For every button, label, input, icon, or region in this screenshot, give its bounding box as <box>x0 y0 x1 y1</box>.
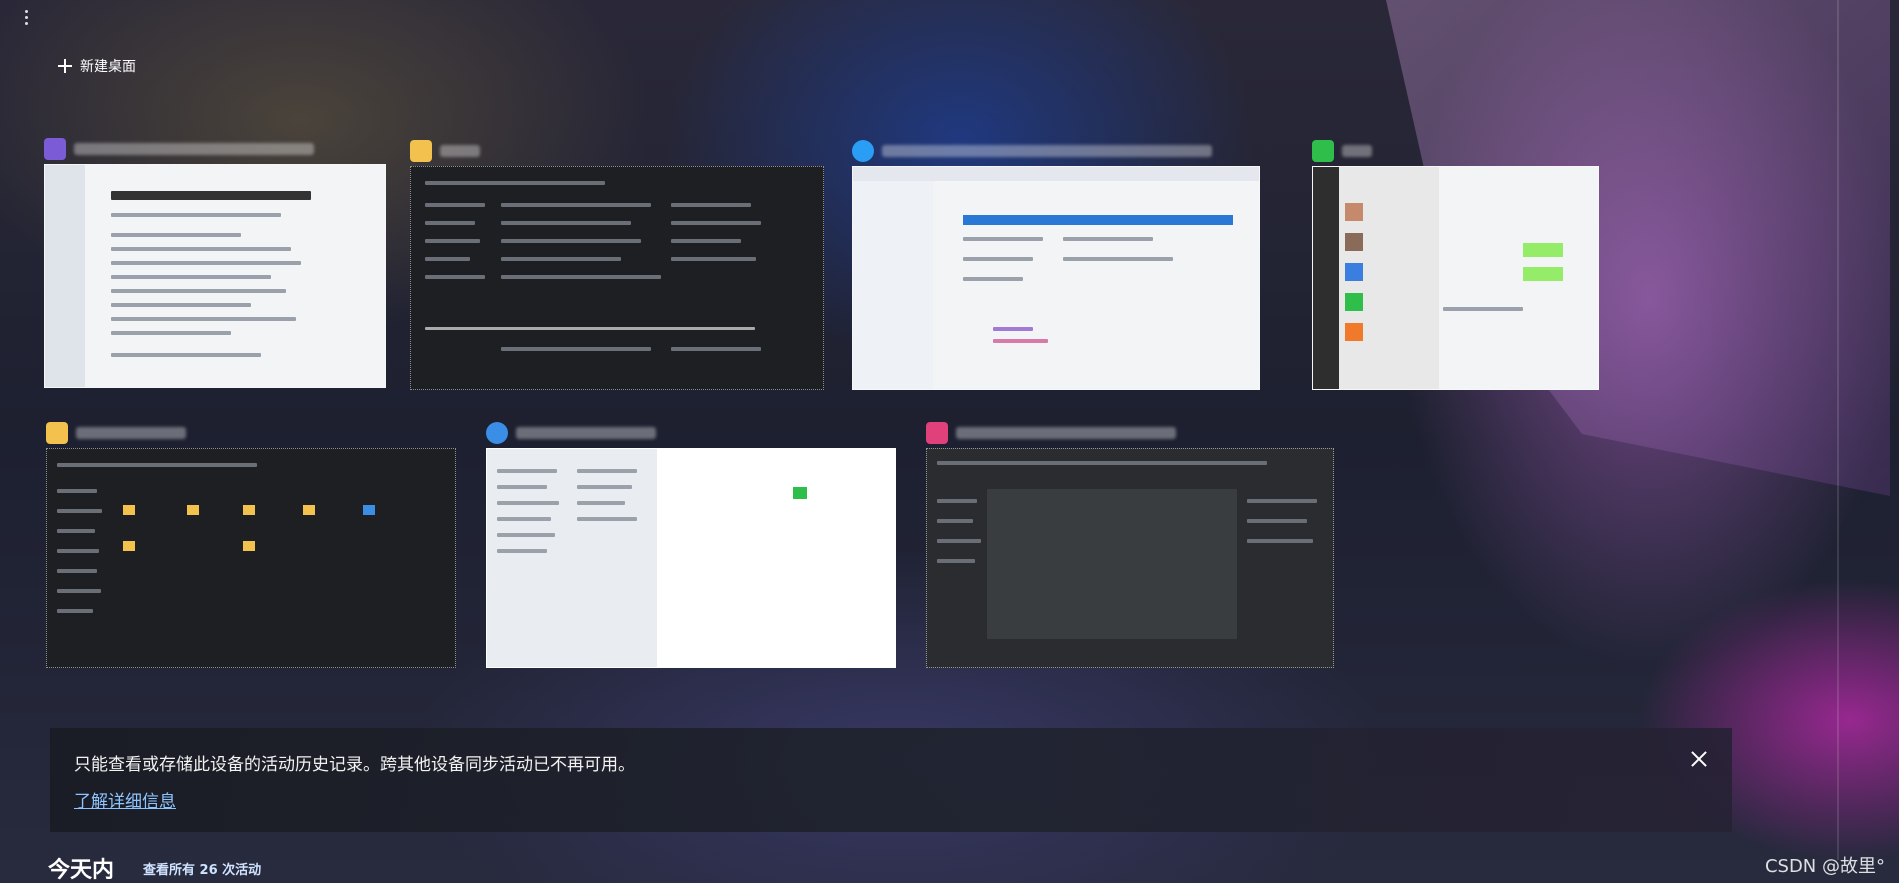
plus-icon <box>58 59 72 73</box>
window-title <box>926 422 1332 444</box>
window-title <box>410 140 822 162</box>
window-preview <box>1312 166 1599 390</box>
task-view-screen: 新建桌面 只能查看或存储此设备的活动历史记录。跨其他设备同步活动已不再可用。 了… <box>0 0 1899 883</box>
window-title <box>486 422 894 444</box>
window-thumbnail-edge[interactable] <box>852 140 1260 390</box>
learn-more-link[interactable]: 了解详细信息 <box>74 787 176 812</box>
window-thumbnail-wechat[interactable] <box>1312 140 1599 390</box>
watermark: CSDN @故里° <box>1764 856 1885 877</box>
window-preview <box>46 448 456 668</box>
window-preview <box>852 166 1260 390</box>
activity-history-notice: 只能查看或存储此设备的活动历史记录。跨其他设备同步活动已不再可用。 了解详细信息 <box>50 728 1732 832</box>
window-thumbnail-file-explorer-2[interactable] <box>46 422 456 668</box>
window-thumbnail-file-explorer[interactable] <box>410 140 824 390</box>
timeline-section-title: 今天内 <box>48 858 115 883</box>
timeline-scrollbar[interactable] <box>1837 0 1839 860</box>
window-preview <box>926 448 1334 668</box>
notice-message: 只能查看或存储此设备的活动历史记录。跨其他设备同步活动已不再可用。 <box>74 755 635 775</box>
close-icon[interactable] <box>1690 750 1708 768</box>
window-thumbnail-jetbrains-ide[interactable] <box>926 422 1334 668</box>
ide-icon <box>926 422 948 444</box>
window-title <box>1312 140 1597 162</box>
view-all-activities-link[interactable]: 查看所有 26 次活动 <box>143 859 261 878</box>
window-preview <box>44 164 386 388</box>
wechat-icon <box>1312 140 1334 162</box>
folder-icon <box>46 422 68 444</box>
window-title <box>44 138 384 160</box>
window-title <box>852 140 1258 162</box>
window-preview <box>410 166 824 390</box>
app-icon <box>486 422 508 444</box>
window-preview <box>486 448 896 668</box>
new-desktop-label: 新建桌面 <box>80 59 136 75</box>
window-thumbnail-app[interactable] <box>486 422 896 668</box>
new-desktop-button[interactable]: 新建桌面 <box>58 56 136 76</box>
window-title <box>46 422 454 444</box>
edge-icon <box>852 140 874 162</box>
window-thumbnail-document[interactable] <box>44 138 386 388</box>
more-vertical-icon[interactable] <box>20 8 32 26</box>
document-app-icon <box>44 138 66 160</box>
folder-icon <box>410 140 432 162</box>
